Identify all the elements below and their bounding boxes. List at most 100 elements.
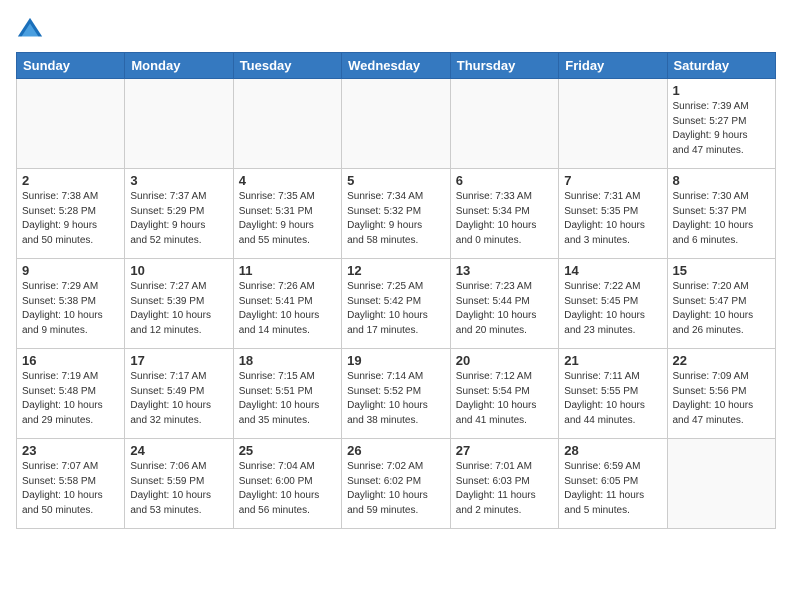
day-number: 27 [456, 443, 553, 458]
calendar-day-cell: 12 Sunrise: 7:25 AM Sunset: 5:42 PM Dayli… [342, 259, 451, 349]
day-number: 6 [456, 173, 553, 188]
calendar-day-cell: 24 Sunrise: 7:06 AM Sunset: 5:59 PM Dayli… [125, 439, 233, 529]
day-info: Sunrise: 7:19 AM Sunset: 5:48 PM Dayligh… [22, 370, 119, 428]
day-info: Sunrise: 7:29 AM Sunset: 5:38 PM Dayligh… [22, 280, 119, 338]
day-info: Sunrise: 7:33 AM Sunset: 5:34 PM Dayligh… [456, 190, 553, 248]
day-info: Sunrise: 7:22 AM Sunset: 5:45 PM Dayligh… [564, 280, 661, 338]
calendar-week-3: 9 Sunrise: 7:29 AM Sunset: 5:38 PM Daylig… [17, 259, 776, 349]
calendar-day-cell [125, 79, 233, 169]
day-info: Sunrise: 7:11 AM Sunset: 5:55 PM Dayligh… [564, 370, 661, 428]
day-number: 8 [673, 173, 771, 188]
calendar-day-cell: 25 Sunrise: 7:04 AM Sunset: 6:00 PM Dayli… [233, 439, 341, 529]
weekday-header-monday: Monday [125, 53, 233, 79]
calendar-day-cell: 21 Sunrise: 7:11 AM Sunset: 5:55 PM Dayli… [559, 349, 667, 439]
day-number: 24 [130, 443, 227, 458]
calendar-day-cell: 23 Sunrise: 7:07 AM Sunset: 5:58 PM Dayli… [17, 439, 125, 529]
day-number: 25 [239, 443, 336, 458]
day-number: 26 [347, 443, 445, 458]
day-number: 12 [347, 263, 445, 278]
calendar-week-5: 23 Sunrise: 7:07 AM Sunset: 5:58 PM Dayli… [17, 439, 776, 529]
calendar-day-cell: 10Sunrise: 7:27 AM Sunset: 5:39 PM Dayli… [125, 259, 233, 349]
calendar-header-row: SundayMondayTuesdayWednesdayThursdayFrid… [17, 53, 776, 79]
page-header [16, 16, 776, 44]
day-info: Sunrise: 7:15 AM Sunset: 5:51 PM Dayligh… [239, 370, 336, 428]
day-info: Sunrise: 7:04 AM Sunset: 6:00 PM Dayligh… [239, 460, 336, 518]
day-info: Sunrise: 7:12 AM Sunset: 5:54 PM Dayligh… [456, 370, 553, 428]
calendar-day-cell: 8 Sunrise: 7:30 AM Sunset: 5:37 PM Daylig… [667, 169, 776, 259]
logo-icon [16, 16, 44, 44]
calendar-week-2: 2 Sunrise: 7:38 AM Sunset: 5:28 PM Daylig… [17, 169, 776, 259]
calendar-day-cell: 11Sunrise: 7:26 AM Sunset: 5:41 PM Dayli… [233, 259, 341, 349]
day-number: 1 [673, 83, 771, 98]
day-number: 5 [347, 173, 445, 188]
day-info: Sunrise: 7:27 AM Sunset: 5:39 PM Dayligh… [130, 280, 227, 338]
day-info: Sunrise: 7:35 AM Sunset: 5:31 PM Dayligh… [239, 190, 336, 248]
day-number: 19 [347, 353, 445, 368]
calendar-day-cell [342, 79, 451, 169]
weekday-header-friday: Friday [559, 53, 667, 79]
weekday-header-wednesday: Wednesday [342, 53, 451, 79]
calendar-day-cell: 2 Sunrise: 7:38 AM Sunset: 5:28 PM Daylig… [17, 169, 125, 259]
day-info: Sunrise: 7:01 AM Sunset: 6:03 PM Dayligh… [456, 460, 553, 518]
day-number: 22 [673, 353, 771, 368]
day-info: Sunrise: 7:20 AM Sunset: 5:47 PM Dayligh… [673, 280, 771, 338]
day-number: 15 [673, 263, 771, 278]
weekday-header-thursday: Thursday [450, 53, 558, 79]
calendar-day-cell: 6 Sunrise: 7:33 AM Sunset: 5:34 PM Daylig… [450, 169, 558, 259]
calendar-day-cell: 5 Sunrise: 7:34 AM Sunset: 5:32 PM Daylig… [342, 169, 451, 259]
day-info: Sunrise: 6:59 AM Sunset: 6:05 PM Dayligh… [564, 460, 661, 518]
calendar-day-cell: 7 Sunrise: 7:31 AM Sunset: 5:35 PM Daylig… [559, 169, 667, 259]
day-info: Sunrise: 7:02 AM Sunset: 6:02 PM Dayligh… [347, 460, 445, 518]
calendar-day-cell: 9 Sunrise: 7:29 AM Sunset: 5:38 PM Daylig… [17, 259, 125, 349]
day-info: Sunrise: 7:09 AM Sunset: 5:56 PM Dayligh… [673, 370, 771, 428]
weekday-header-sunday: Sunday [17, 53, 125, 79]
calendar-day-cell: 3Sunrise: 7:37 AM Sunset: 5:29 PM Daylig… [125, 169, 233, 259]
day-info: Sunrise: 7:06 AM Sunset: 5:59 PM Dayligh… [130, 460, 227, 518]
calendar-day-cell: 28 Sunrise: 6:59 AM Sunset: 6:05 PM Dayli… [559, 439, 667, 529]
logo [16, 16, 48, 44]
day-number: 17 [130, 353, 227, 368]
calendar-day-cell: 18 Sunrise: 7:15 AM Sunset: 5:51 PM Dayli… [233, 349, 341, 439]
day-info: Sunrise: 7:17 AM Sunset: 5:49 PM Dayligh… [130, 370, 227, 428]
day-number: 9 [22, 263, 119, 278]
day-info: Sunrise: 7:39 AM Sunset: 5:27 PM Dayligh… [673, 100, 771, 158]
calendar-day-cell: 4 Sunrise: 7:35 AM Sunset: 5:31 PM Daylig… [233, 169, 341, 259]
calendar-day-cell: 26 Sunrise: 7:02 AM Sunset: 6:02 PM Dayli… [342, 439, 451, 529]
day-number: 4 [239, 173, 336, 188]
weekday-header-saturday: Saturday [667, 53, 776, 79]
calendar-day-cell: 17 Sunrise: 7:17 AM Sunset: 5:49 PM Dayli… [125, 349, 233, 439]
calendar-week-4: 16 Sunrise: 7:19 AM Sunset: 5:48 PM Dayli… [17, 349, 776, 439]
day-info: Sunrise: 7:07 AM Sunset: 5:58 PM Dayligh… [22, 460, 119, 518]
day-info: Sunrise: 7:23 AM Sunset: 5:44 PM Dayligh… [456, 280, 553, 338]
calendar-day-cell [17, 79, 125, 169]
day-number: 13 [456, 263, 553, 278]
day-info: Sunrise: 7:38 AM Sunset: 5:28 PM Dayligh… [22, 190, 119, 248]
day-number: 2 [22, 173, 119, 188]
calendar-day-cell: 27 Sunrise: 7:01 AM Sunset: 6:03 PM Dayli… [450, 439, 558, 529]
calendar-week-1: 1 Sunrise: 7:39 AM Sunset: 5:27 PM Daylig… [17, 79, 776, 169]
day-number: 14 [564, 263, 661, 278]
day-number: 28 [564, 443, 661, 458]
calendar-day-cell: 14 Sunrise: 7:22 AM Sunset: 5:45 PM Dayli… [559, 259, 667, 349]
calendar-day-cell [667, 439, 776, 529]
day-number: 7 [564, 173, 661, 188]
calendar-day-cell: 15 Sunrise: 7:20 AM Sunset: 5:47 PM Dayli… [667, 259, 776, 349]
day-number: 3 [130, 173, 227, 188]
day-number: 23 [22, 443, 119, 458]
calendar-day-cell [450, 79, 558, 169]
day-number: 20 [456, 353, 553, 368]
calendar-day-cell: 20 Sunrise: 7:12 AM Sunset: 5:54 PM Dayli… [450, 349, 558, 439]
day-info: Sunrise: 7:31 AM Sunset: 5:35 PM Dayligh… [564, 190, 661, 248]
calendar-day-cell: 16 Sunrise: 7:19 AM Sunset: 5:48 PM Dayli… [17, 349, 125, 439]
calendar-day-cell: 19Sunrise: 7:14 AM Sunset: 5:52 PM Dayli… [342, 349, 451, 439]
calendar-day-cell: 22 Sunrise: 7:09 AM Sunset: 5:56 PM Dayli… [667, 349, 776, 439]
calendar-table: SundayMondayTuesdayWednesdayThursdayFrid… [16, 52, 776, 529]
day-info: Sunrise: 7:25 AM Sunset: 5:42 PM Dayligh… [347, 280, 445, 338]
day-number: 21 [564, 353, 661, 368]
day-number: 18 [239, 353, 336, 368]
weekday-header-tuesday: Tuesday [233, 53, 341, 79]
calendar-day-cell [559, 79, 667, 169]
day-number: 16 [22, 353, 119, 368]
day-info: Sunrise: 7:30 AM Sunset: 5:37 PM Dayligh… [673, 190, 771, 248]
day-info: Sunrise: 7:34 AM Sunset: 5:32 PM Dayligh… [347, 190, 445, 248]
